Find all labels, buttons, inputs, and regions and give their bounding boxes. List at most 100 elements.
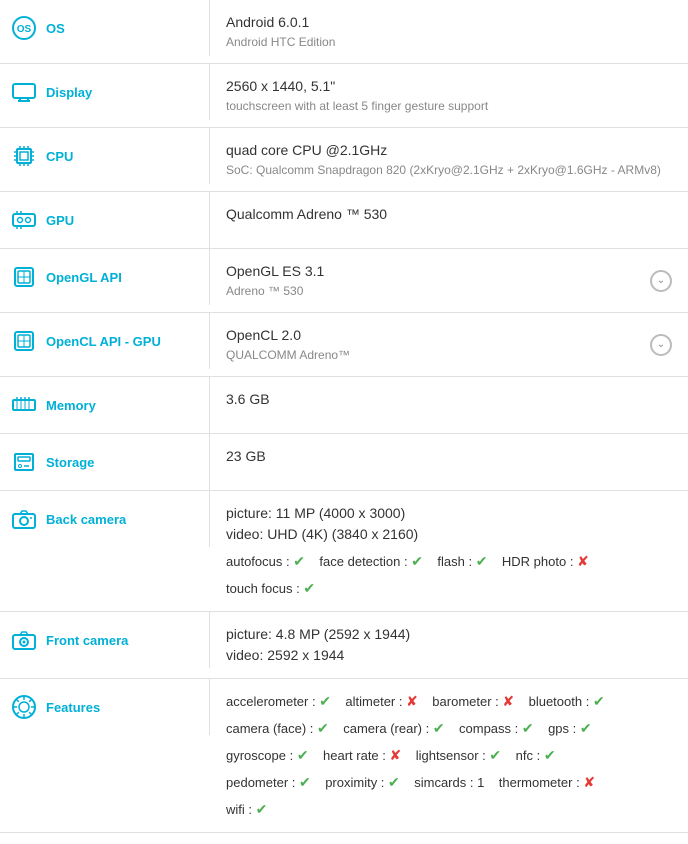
- face-detection-check: ✔: [411, 553, 423, 569]
- row-opencl: OpenCL API - GPU OpenCL 2.0 QUALCOMM Adr…: [0, 313, 688, 377]
- thermometer-label: thermometer :: [499, 775, 580, 790]
- label-display: Display: [0, 64, 210, 120]
- accelerometer-label: accelerometer :: [226, 694, 316, 709]
- flash-check: ✔: [476, 553, 488, 569]
- autofocus-check: ✔: [293, 553, 305, 569]
- features-line4: pedometer : ✔ proximity : ✔ simcards : 1…: [226, 772, 672, 793]
- label-opengl: OpenGL API: [0, 249, 210, 305]
- os-value: Android 6.0.1 Android HTC Edition: [210, 0, 688, 63]
- frontcamera-sub: video: 2592 x 1944: [226, 645, 672, 666]
- compass-check: ✔: [522, 720, 534, 736]
- thermometer-cross: ✘: [583, 774, 595, 790]
- opengl-icon: [10, 263, 38, 291]
- row-frontcamera: Front camera picture: 4.8 MP (2592 x 194…: [0, 612, 688, 679]
- features-line1: accelerometer : ✔ altimeter : ✘ baromete…: [226, 691, 672, 712]
- features-label: Features: [46, 700, 100, 715]
- gps-check: ✔: [580, 720, 592, 736]
- backcamera-label: Back camera: [46, 512, 126, 527]
- proximity-check: ✔: [388, 774, 400, 790]
- display-main: 2560 x 1440, 5.1": [226, 76, 672, 97]
- face-detection-label: face detection :: [319, 554, 407, 569]
- barometer-cross: ✘: [502, 693, 514, 709]
- row-os: OS OS Android 6.0.1 Android HTC Edition: [0, 0, 688, 64]
- front-camera-icon: [10, 626, 38, 654]
- display-value: 2560 x 1440, 5.1" touchscreen with at le…: [210, 64, 688, 127]
- row-features: Features accelerometer : ✔ altimeter : ✘…: [0, 679, 688, 833]
- row-cpu: CPU quad core CPU @2.1GHz SoC: Qualcomm …: [0, 128, 688, 192]
- camera-face-check: ✔: [317, 720, 329, 736]
- pedometer-label: pedometer :: [226, 775, 295, 790]
- storage-label: Storage: [46, 455, 94, 470]
- compass-label: compass :: [459, 721, 518, 736]
- label-features: Features: [0, 679, 210, 735]
- nfc-check: ✔: [544, 747, 556, 763]
- touch-focus-check: ✔: [303, 580, 315, 596]
- storage-icon: [10, 448, 38, 476]
- opengl-dropdown-icon[interactable]: ⌄: [650, 270, 672, 292]
- gpu-label: GPU: [46, 213, 74, 228]
- wifi-check: ✔: [256, 801, 268, 817]
- features-value: accelerometer : ✔ altimeter : ✘ baromete…: [210, 679, 688, 832]
- camera-rear-label: camera (rear) :: [343, 721, 429, 736]
- storage-value: 23 GB: [210, 434, 688, 479]
- flash-label: flash :: [437, 554, 472, 569]
- camera-rear-check: ✔: [433, 720, 445, 736]
- opengl-value: OpenGL ES 3.1 Adreno ™ 530 ⌄: [210, 249, 688, 312]
- memory-icon: [10, 391, 38, 419]
- memory-value: 3.6 GB: [210, 377, 688, 422]
- frontcamera-label: Front camera: [46, 633, 128, 648]
- label-opencl: OpenCL API - GPU: [0, 313, 210, 369]
- gyroscope-check: ✔: [297, 747, 309, 763]
- heart-rate-label: heart rate :: [323, 748, 386, 763]
- frontcamera-main: picture: 4.8 MP (2592 x 1944): [226, 624, 672, 645]
- memory-label: Memory: [46, 398, 96, 413]
- gps-label: gps :: [548, 721, 576, 736]
- storage-main: 23 GB: [226, 446, 672, 467]
- altimeter-label: altimeter :: [345, 694, 402, 709]
- opencl-sub: QUALCOMM Adreno™: [226, 346, 638, 364]
- opencl-value: OpenCL 2.0 QUALCOMM Adreno™ ⌄: [210, 313, 688, 376]
- display-label: Display: [46, 85, 92, 100]
- camera-icon: [10, 505, 38, 533]
- altimeter-cross: ✘: [406, 693, 418, 709]
- display-sub: touchscreen with at least 5 finger gestu…: [226, 97, 672, 115]
- opengl-main: OpenGL ES 3.1: [226, 261, 638, 282]
- opencl-icon: [10, 327, 38, 355]
- opencl-dropdown-icon[interactable]: ⌄: [650, 334, 672, 356]
- autofocus-label: autofocus :: [226, 554, 290, 569]
- backcamera-features-line2: touch focus : ✔: [226, 578, 672, 599]
- gpu-icon: [10, 206, 38, 234]
- os-main: Android 6.0.1: [226, 12, 672, 33]
- wifi-label: wifi :: [226, 802, 252, 817]
- row-backcamera: Back camera picture: 11 MP (4000 x 3000)…: [0, 491, 688, 612]
- row-storage: Storage 23 GB: [0, 434, 688, 491]
- label-gpu: GPU: [0, 192, 210, 248]
- label-cpu: CPU: [0, 128, 210, 184]
- row-memory: Memory 3.6 GB: [0, 377, 688, 434]
- row-opengl: OpenGL API OpenGL ES 3.1 Adreno ™ 530 ⌄: [0, 249, 688, 313]
- backcamera-video: video: UHD (4K) (3840 x 2160): [226, 524, 672, 545]
- cpu-icon: [10, 142, 38, 170]
- proximity-label: proximity :: [325, 775, 384, 790]
- label-frontcamera: Front camera: [0, 612, 210, 668]
- os-label: OS: [46, 21, 65, 36]
- barometer-label: barometer :: [432, 694, 498, 709]
- bluetooth-check: ✔: [593, 693, 605, 709]
- cpu-label: CPU: [46, 149, 73, 164]
- gyroscope-label: gyroscope :: [226, 748, 293, 763]
- label-storage: Storage: [0, 434, 210, 490]
- features-line3: gyroscope : ✔ heart rate : ✘ lightsensor…: [226, 745, 672, 766]
- simcards-label: simcards : 1: [414, 775, 484, 790]
- opencl-main: OpenCL 2.0: [226, 325, 638, 346]
- hdr-label: HDR photo :: [502, 554, 574, 569]
- accelerometer-check: ✔: [319, 693, 331, 709]
- label-os: OS OS: [0, 0, 210, 56]
- backcamera-value: picture: 11 MP (4000 x 3000) video: UHD …: [210, 491, 688, 611]
- label-memory: Memory: [0, 377, 210, 433]
- lightsensor-check: ✔: [489, 747, 501, 763]
- cpu-value: quad core CPU @2.1GHz SoC: Qualcomm Snap…: [210, 128, 688, 191]
- cpu-sub: SoC: Qualcomm Snapdragon 820 (2xKryo@2.1…: [226, 161, 672, 179]
- bluetooth-label: bluetooth :: [529, 694, 590, 709]
- frontcamera-value: picture: 4.8 MP (2592 x 1944) video: 259…: [210, 612, 688, 678]
- opencl-label: OpenCL API - GPU: [46, 334, 161, 349]
